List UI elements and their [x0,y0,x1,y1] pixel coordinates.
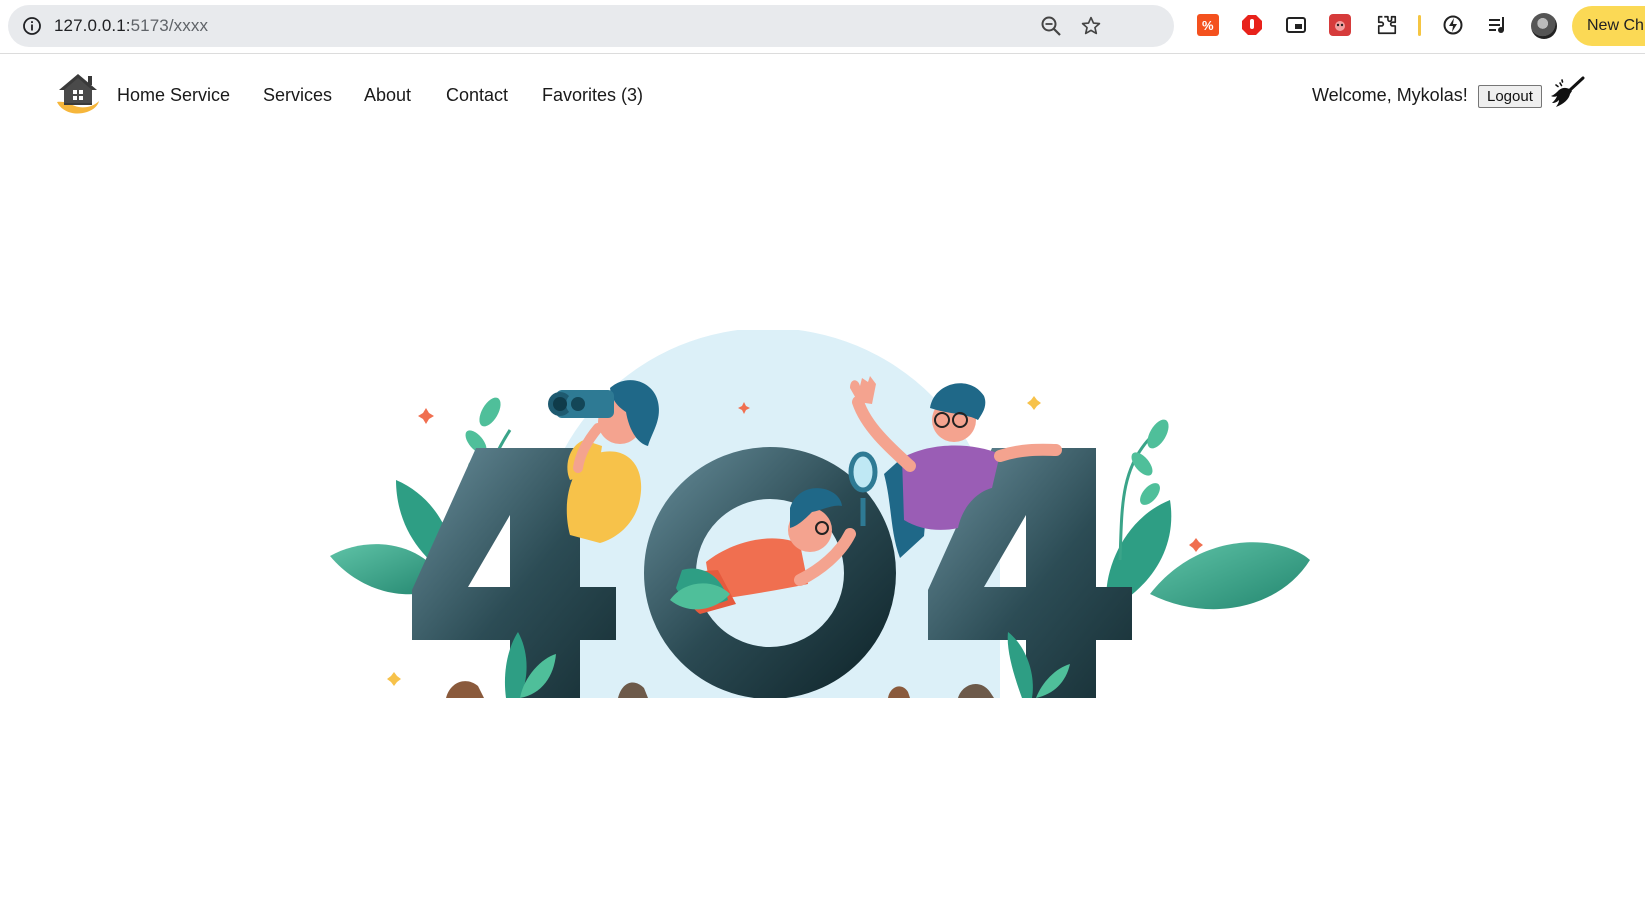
url-text[interactable]: 127.0.0.1:5173/xxxx [54,16,208,36]
nav-link-services[interactable]: Services [263,85,332,106]
site-info-icon[interactable] [20,14,44,38]
picture-in-picture-icon[interactable] [1283,12,1309,38]
broom-icon[interactable] [1550,76,1586,112]
translate-extension-icon[interactable]: % [1195,12,1221,38]
nav-link-about[interactable]: About [364,85,411,106]
404-illustration [330,330,1310,698]
nav-brand-home-service[interactable]: Home Service [117,85,230,106]
browser-toolbar: 127.0.0.1:5173/xxxx % New Chr [0,0,1645,54]
right-leaves [1106,419,1310,610]
media-controls-icon[interactable] [1485,12,1511,38]
url-path: 5173/xxxx [130,16,209,35]
profile-avatar[interactable] [1531,13,1557,39]
logout-button[interactable]: Logout [1478,85,1542,108]
home-service-logo-icon[interactable] [55,72,101,118]
toolbar-separator [1418,15,1421,36]
bookmark-star-icon[interactable] [1079,14,1103,38]
nav-link-favorites[interactable]: Favorites (3) [542,85,643,106]
address-bar[interactable]: 127.0.0.1:5173/xxxx [8,5,1174,47]
svg-text:%: % [1202,18,1214,33]
nav-link-contact[interactable]: Contact [446,85,508,106]
site-navbar: Home Service Services About Contact Favo… [0,54,1645,134]
adblock-extension-icon[interactable] [1239,12,1265,38]
bug-extension-icon[interactable] [1327,12,1353,38]
new-chrome-button[interactable]: New Chr [1572,6,1645,46]
speed-extension-icon[interactable] [1440,12,1466,38]
welcome-message: Welcome, Mykolas! [1312,85,1468,105]
zoom-icon[interactable] [1039,14,1063,38]
url-host: 127.0.0.1: [54,16,131,35]
extensions-puzzle-icon[interactable] [1374,12,1400,38]
